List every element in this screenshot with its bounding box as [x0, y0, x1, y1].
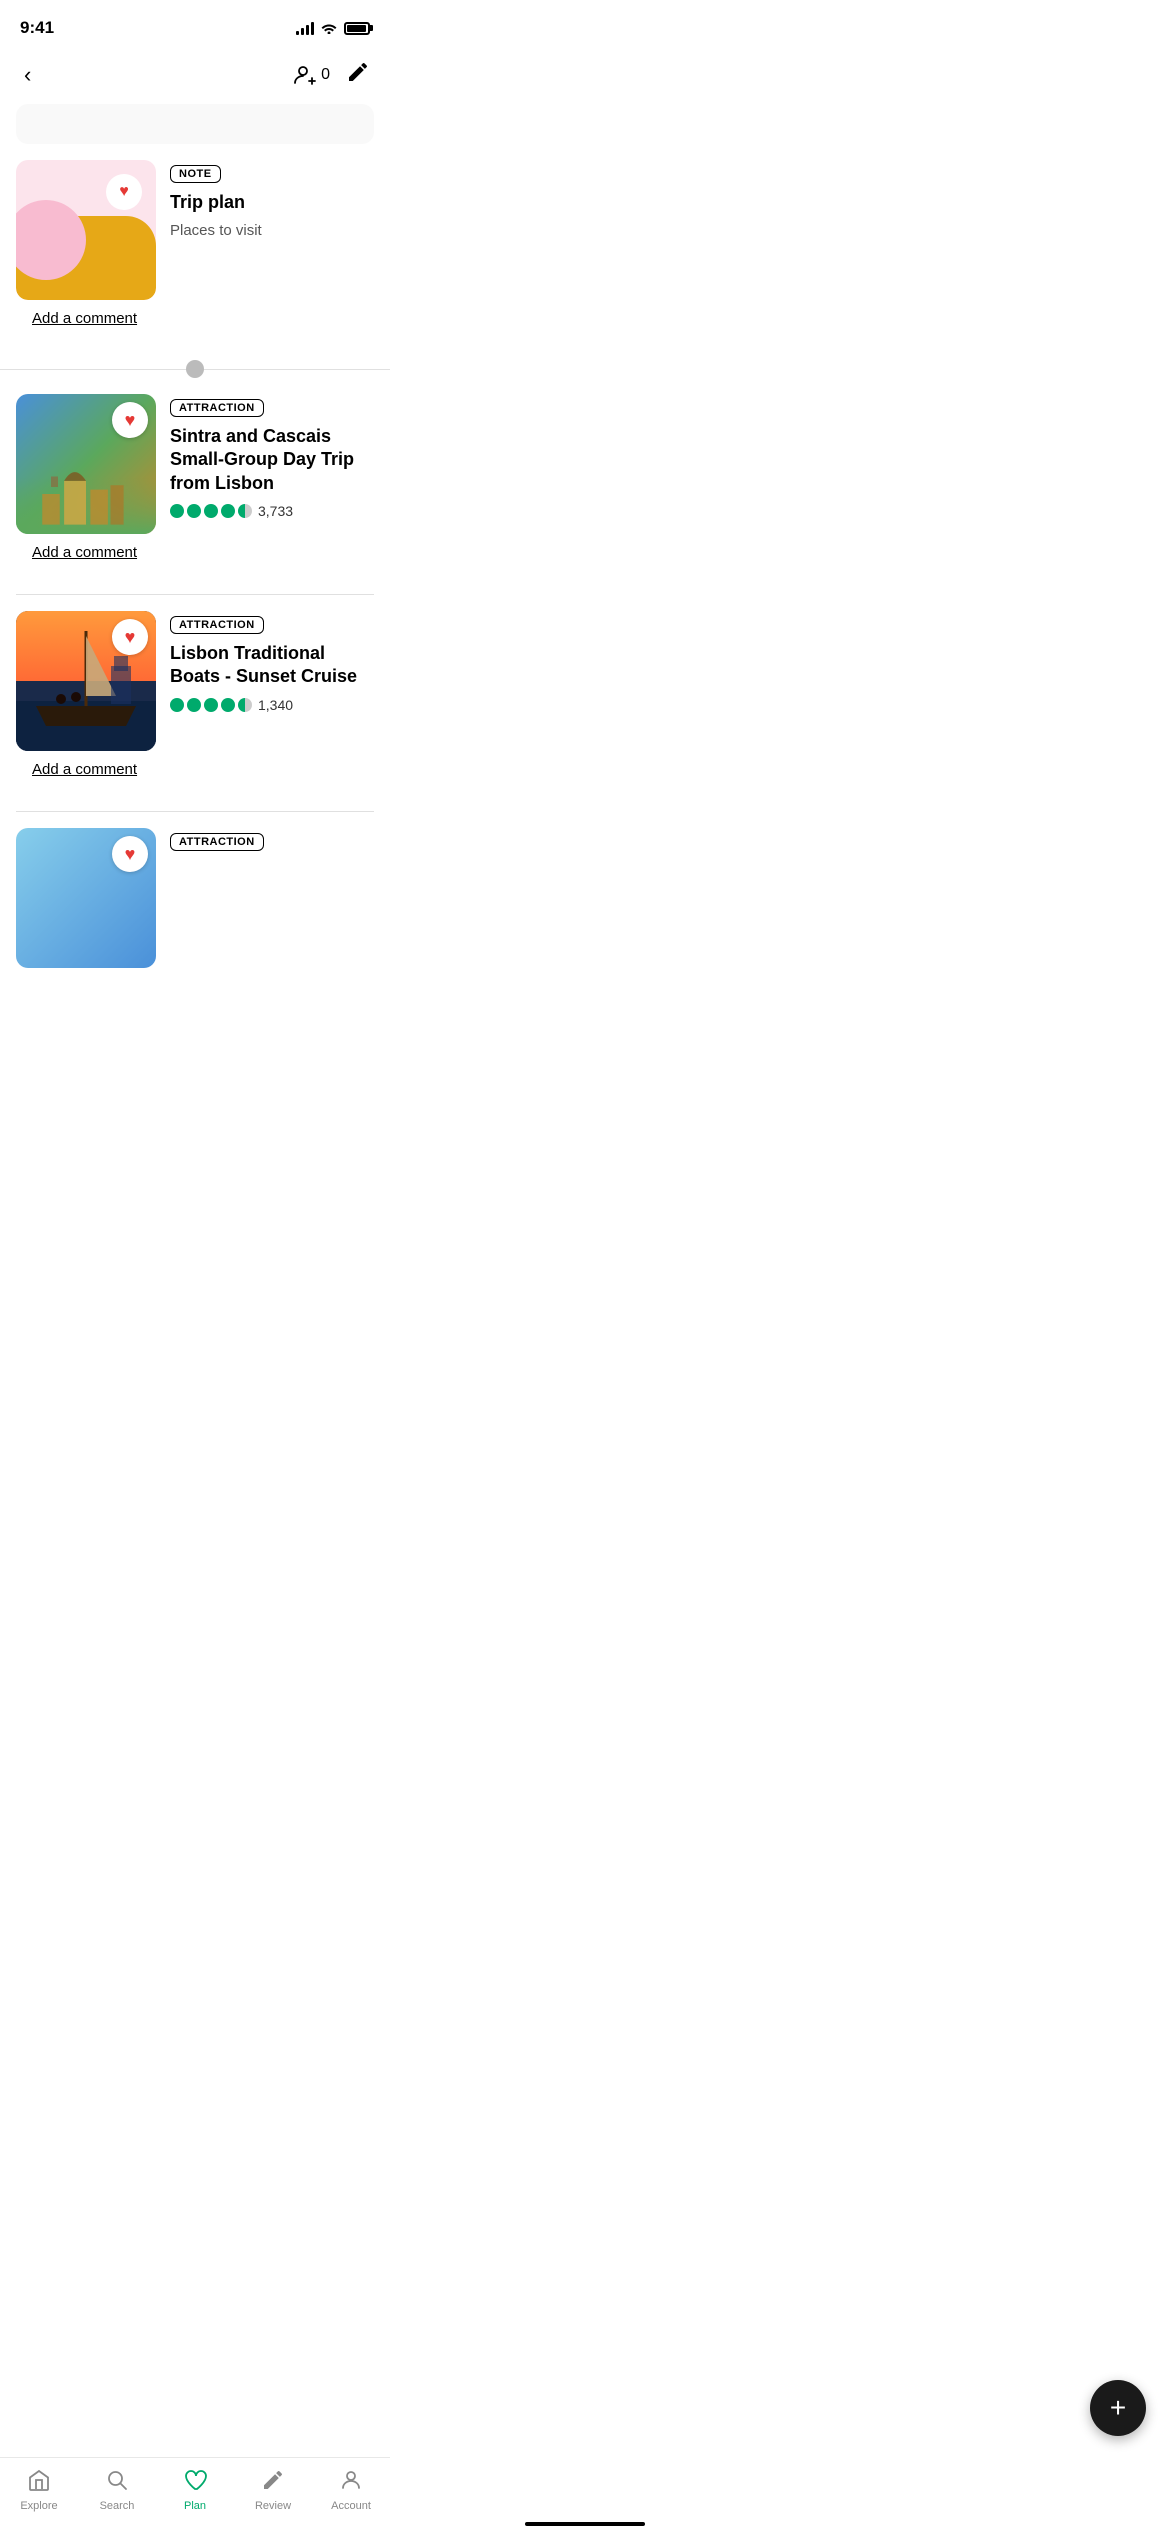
trip-item-note: ♥ NOTE Trip plan Places to visit Add a c…	[0, 160, 390, 344]
review-icon	[261, 2468, 285, 2496]
dot-b2	[187, 698, 201, 712]
dot-2	[187, 504, 201, 518]
member-count: 0	[321, 66, 330, 84]
add-comment-note[interactable]: Add a comment	[32, 310, 137, 327]
sintra-review-count: 3,733	[258, 503, 293, 519]
boats-badge: ATTRACTION	[170, 616, 264, 634]
add-member-button[interactable]: 0	[293, 63, 330, 87]
heart-icon: ♥	[125, 627, 136, 648]
note-title: Trip plan	[170, 191, 374, 214]
dot-b4	[221, 698, 235, 712]
edit-button[interactable]	[346, 60, 370, 90]
pencil-icon	[346, 60, 370, 84]
boats-review-count: 1,340	[258, 697, 293, 713]
status-icons	[296, 20, 370, 37]
partial-image-wrap: ♥	[16, 828, 156, 968]
dot-1	[170, 504, 184, 518]
boats-rating: 1,340	[170, 697, 374, 713]
trip-item-sintra: ♥ ATTRACTION Sintra and Cascais Small-Gr…	[0, 394, 390, 578]
heart-icon: ♥	[125, 410, 136, 431]
account-icon	[339, 2468, 363, 2496]
rating-dots-boats	[170, 698, 252, 712]
explore-label: Explore	[20, 2500, 57, 2512]
boats-title: Lisbon Traditional Boats - Sunset Cruise	[170, 642, 374, 689]
nav-item-account[interactable]: Account	[321, 2468, 381, 2512]
castle-svg	[31, 459, 141, 529]
plus-icon: +	[1110, 2394, 1126, 2422]
search-icon	[105, 2468, 129, 2496]
note-subtitle: Places to visit	[170, 222, 374, 239]
partial-info: ATTRACTION	[170, 828, 374, 859]
explore-icon	[27, 2468, 51, 2496]
back-button[interactable]: ‹	[20, 58, 35, 92]
heart-icon: ♥	[125, 844, 136, 865]
dot-4	[221, 504, 235, 518]
divider-dot-1	[0, 344, 390, 394]
dot-b5-half	[238, 698, 252, 712]
header: ‹ 0	[0, 50, 390, 104]
content-scroll[interactable]: ♥ NOTE Trip plan Places to visit Add a c…	[0, 104, 390, 1084]
note-heart-circle: ♥	[106, 174, 142, 210]
dot-5-half	[238, 504, 252, 518]
boats-heart-button[interactable]: ♥	[112, 619, 148, 655]
sintra-badge: ATTRACTION	[170, 399, 264, 417]
sintra-image-wrap: ♥	[16, 394, 156, 534]
signal-icon	[296, 21, 314, 35]
battery-icon	[344, 22, 370, 35]
bottom-nav: Explore Search Plan Review	[0, 2457, 390, 2532]
home-indicator	[525, 2522, 645, 2526]
add-user-icon	[293, 63, 317, 87]
dot-b1	[170, 698, 184, 712]
status-time: 9:41	[20, 18, 54, 38]
note-info: NOTE Trip plan Places to visit	[170, 160, 374, 239]
account-label: Account	[331, 2500, 371, 2512]
wifi-icon	[320, 20, 338, 37]
partial-badge: ATTRACTION	[170, 833, 264, 851]
partial-top-card	[16, 104, 374, 144]
header-actions: 0	[293, 60, 370, 90]
nav-item-review[interactable]: Review	[243, 2468, 303, 2512]
sintra-rating: 3,733	[170, 503, 374, 519]
sintra-info: ATTRACTION Sintra and Cascais Small-Grou…	[170, 394, 374, 519]
trip-item-boats: ♥ ATTRACTION Lisbon Traditional Boats - …	[0, 595, 390, 795]
sintra-title: Sintra and Cascais Small-Group Day Trip …	[170, 425, 374, 495]
note-badge: NOTE	[170, 165, 221, 183]
review-label: Review	[255, 2500, 291, 2512]
boats-image-wrap: ♥	[16, 611, 156, 751]
search-label: Search	[100, 2500, 135, 2512]
dot-3	[204, 504, 218, 518]
add-comment-boats[interactable]: Add a comment	[32, 761, 137, 778]
nav-item-plan[interactable]: Plan	[165, 2468, 225, 2512]
trip-item-partial: ♥ ATTRACTION	[0, 812, 390, 984]
add-comment-sintra[interactable]: Add a comment	[32, 544, 137, 561]
status-bar: 9:41	[0, 0, 390, 50]
sintra-heart-button[interactable]: ♥	[112, 402, 148, 438]
boats-info: ATTRACTION Lisbon Traditional Boats - Su…	[170, 611, 374, 713]
note-image: ♥	[16, 160, 156, 300]
nav-item-explore[interactable]: Explore	[9, 2468, 69, 2512]
plan-icon	[183, 2468, 207, 2496]
dot-b3	[204, 698, 218, 712]
plan-label: Plan	[184, 2500, 206, 2512]
partial-heart-button[interactable]: ♥	[112, 836, 148, 872]
rating-dots	[170, 504, 252, 518]
add-fab-button[interactable]: +	[1090, 2380, 1146, 2436]
heart-icon: ♥	[119, 183, 129, 201]
nav-item-search[interactable]: Search	[87, 2468, 147, 2512]
